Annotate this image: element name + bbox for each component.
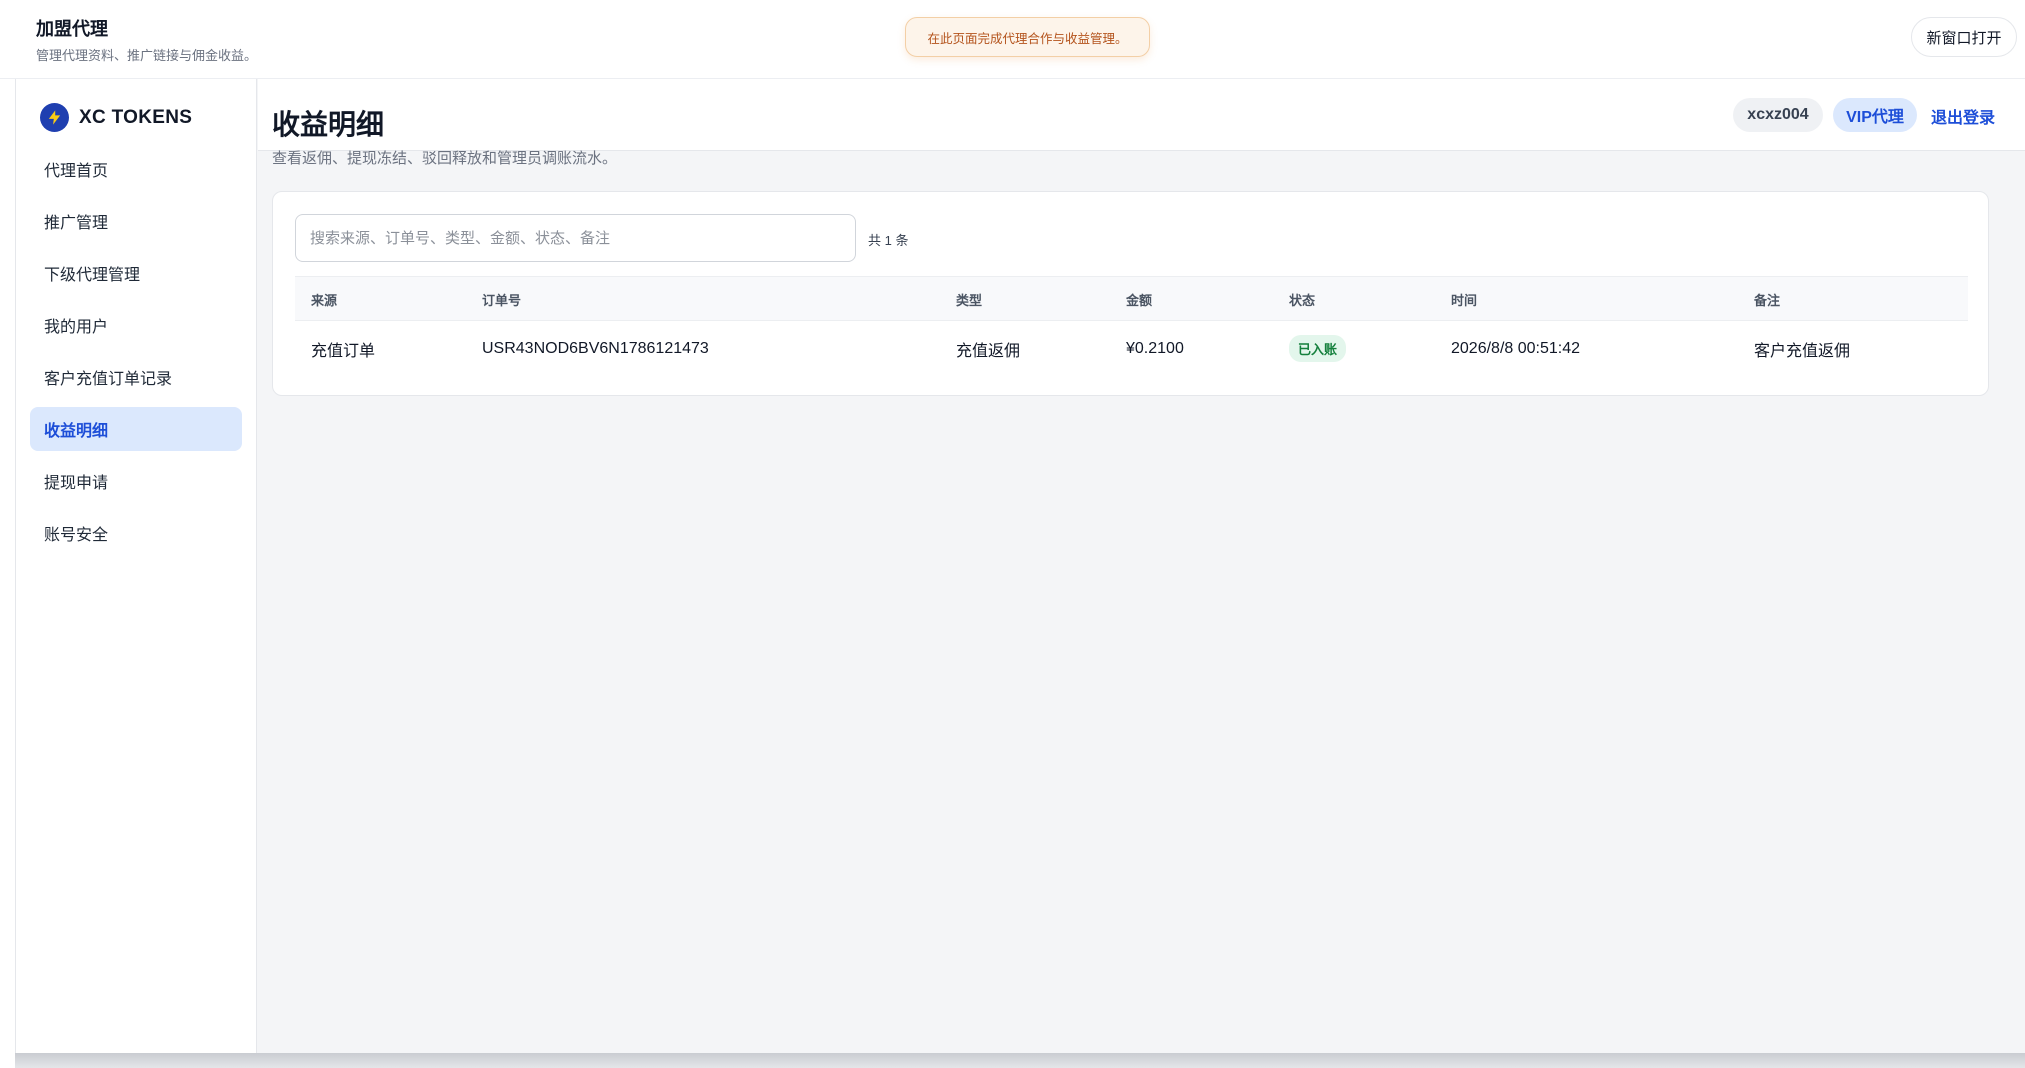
column-header-status: 状态 [1289,293,1316,308]
sidebar: XC TOKENS 代理首页 推广管理 下级代理管理 我的用户 客户充值订单记录… [16,79,257,1054]
record-count: 共 1 条 [868,233,909,248]
cell-source: 充值订单 [311,342,376,360]
username-badge: xcxz004 [1733,98,1823,132]
sidebar-item-sub-agents[interactable]: 下级代理管理 [30,251,242,295]
column-header-type: 类型 [956,293,983,308]
role-badge: VIP代理 [1833,98,1917,132]
cell-remark: 客户充值返佣 [1754,342,1851,360]
column-header-order-no: 订单号 [482,293,522,308]
column-header-remark: 备注 [1754,293,1781,308]
sidebar-item-earnings[interactable]: 收益明细 [30,407,242,451]
sidebar-item-agent-home[interactable]: 代理首页 [30,147,242,191]
sidebar-item-my-users[interactable]: 我的用户 [30,303,242,347]
cell-type: 充值返佣 [956,342,1021,360]
sidebar-item-recharge-orders[interactable]: 客户充值订单记录 [30,355,242,399]
cell-amount: ¥0.2100 [1126,339,1184,357]
sidebar-nav: 代理首页 推广管理 下级代理管理 我的用户 客户充值订单记录 收益明细 提现申请… [30,147,242,563]
cell-time: 2026/8/8 00:51:42 [1451,339,1581,357]
sidebar-item-promotion[interactable]: 推广管理 [30,199,242,243]
info-toast: 在此页面完成代理合作与收益管理。 [905,17,1150,57]
sidebar-item-account-security[interactable]: 账号安全 [30,511,242,555]
search-input[interactable] [295,214,856,262]
window-subtitle: 管理代理资料、推广链接与佣金收益。 [36,48,258,63]
logout-link[interactable]: 退出登录 [1931,104,1995,128]
main-topbar: xcxz004 VIP代理 退出登录 [258,79,2025,151]
brand[interactable]: XC TOKENS [40,103,192,132]
column-header-source: 来源 [311,293,338,308]
sidebar-item-withdrawal[interactable]: 提现申请 [30,459,242,503]
page-title: 收益明细 [272,109,385,140]
page-description: 查看返佣、提现冻结、驳回释放和管理员调账流水。 [272,150,618,167]
earnings-card: 共 1 条 来源 订单号 类型 金额 状态 时间 备注 充值订单 USR43NO… [272,191,1989,396]
window-title: 加盟代理 [36,19,108,39]
window-header: 加盟代理 管理代理资料、推广链接与佣金收益。 在此页面完成代理合作与收益管理。 … [0,0,2025,79]
brand-name: XC TOKENS [79,106,193,128]
lightning-bolt-icon [40,103,69,132]
frame-bottom-edge [15,1053,2025,1068]
open-new-window-button[interactable]: 新窗口打开 [1911,17,2017,57]
table-header: 来源 订单号 类型 金额 状态 时间 备注 [295,276,1968,321]
status-badge: 已入账 [1289,335,1347,362]
cell-order-no: USR43NOD6BV6N1786121473 [482,339,709,357]
column-header-time: 时间 [1451,293,1478,308]
earnings-table: 来源 订单号 类型 金额 状态 时间 备注 充值订单 USR43NOD6BV6N… [295,276,1968,376]
table-row: 充值订单 USR43NOD6BV6N1786121473 充值返佣 ¥0.210… [295,321,1968,376]
cell-status: 已入账 [1289,321,1347,376]
column-header-amount: 金额 [1126,293,1153,308]
